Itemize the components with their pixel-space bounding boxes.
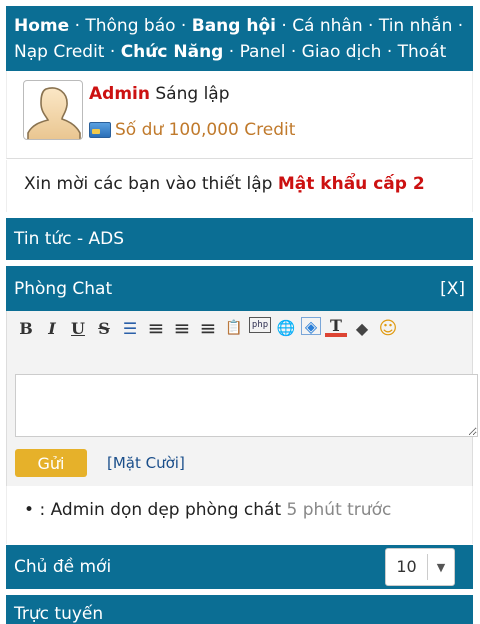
- send-button[interactable]: Gửi: [15, 449, 87, 477]
- php-icon[interactable]: php: [249, 317, 271, 333]
- nav-panel[interactable]: Panel: [240, 42, 286, 62]
- nav-separator: ·: [281, 16, 287, 36]
- nav-transactions[interactable]: Giao dịch: [302, 42, 382, 62]
- text-color-icon[interactable]: T: [325, 316, 347, 337]
- news-header[interactable]: Tin tức - ADS: [6, 218, 473, 260]
- nav-separator: ·: [290, 42, 297, 62]
- nav-home[interactable]: Home: [14, 16, 69, 36]
- news-title: Tin tức - ADS: [14, 229, 125, 249]
- smiley-icon[interactable]: ☺: [377, 317, 399, 339]
- nav-guild[interactable]: Bang hội: [192, 16, 276, 36]
- chat-message-input[interactable]: [15, 374, 478, 437]
- nav-logout[interactable]: Thoát: [398, 42, 447, 62]
- nav-separator: ·: [109, 42, 116, 62]
- nav-separator: ·: [74, 16, 80, 36]
- bold-icon[interactable]: B: [15, 317, 37, 339]
- editor-toolbar: B I U S ☰ ≡ ≡ ≡ 📋 php 🌐 ◈ T ◆ ☺: [15, 316, 465, 341]
- credit-balance-text: Số dư 100,000 Credit: [115, 120, 296, 140]
- online-header[interactable]: Trực tuyến: [6, 595, 473, 624]
- chevron-down-icon: ▼: [436, 560, 446, 574]
- message-text: : Admin dọn dẹp phòng chát: [39, 500, 282, 520]
- italic-icon[interactable]: I: [41, 317, 63, 339]
- invite-text: Xin mời các bạn vào thiết lập: [24, 174, 273, 194]
- credit-balance: Số dư 100,000 Credit: [89, 120, 295, 140]
- align-left-icon[interactable]: ≡: [145, 316, 167, 340]
- new-topics-title: Chủ đề mới: [14, 557, 112, 577]
- user-name-line: Admin Sáng lập: [89, 84, 230, 104]
- topics-count-value: 10: [386, 554, 428, 580]
- nav-top-up-credit[interactable]: Nạp Credit: [14, 42, 104, 62]
- message-time: 5 phút trước: [286, 500, 392, 520]
- nav-features[interactable]: Chức Năng: [121, 42, 224, 62]
- chat-box: B I U S ☰ ≡ ≡ ≡ 📋 php 🌐 ◈ T ◆ ☺ Gửi [Mặt…: [6, 311, 478, 486]
- nav-separator: ·: [368, 16, 374, 36]
- nav-separator: ·: [180, 16, 187, 36]
- topics-count-select[interactable]: 10 ▼: [385, 548, 455, 586]
- new-topics-header: Chủ đề mới 10 ▼: [6, 545, 473, 589]
- nav-separator: ·: [457, 16, 464, 36]
- code-icon[interactable]: 📋: [223, 317, 245, 339]
- password-invite: Xin mời các bạn vào thiết lập Mật khẩu c…: [6, 160, 473, 212]
- chat-header: Phòng Chat [X]: [6, 266, 473, 311]
- user-silhouette-icon: [27, 87, 81, 139]
- underline-icon[interactable]: U: [67, 317, 89, 339]
- smiley-link[interactable]: [Mặt Cười]: [107, 454, 185, 472]
- top-navigation: Home · Thông báo · Bang hội · Cá nhân · …: [6, 6, 473, 71]
- message-bullet: •: [24, 500, 35, 520]
- strikethrough-icon[interactable]: S: [93, 317, 115, 339]
- nav-messages[interactable]: Tin nhắn: [379, 16, 453, 36]
- align-center-icon[interactable]: ≡: [171, 316, 193, 340]
- link-icon[interactable]: 🌐: [275, 317, 297, 339]
- user-role: Sáng lập: [155, 84, 230, 104]
- chat-message: • : Admin dọn dẹp phòng chát 5 phút trướ…: [6, 486, 473, 544]
- background-color-icon[interactable]: ◆: [351, 317, 373, 339]
- nav-profile[interactable]: Cá nhân: [292, 16, 362, 36]
- online-title: Trực tuyến: [14, 604, 104, 624]
- list-icon[interactable]: ☰: [119, 317, 141, 339]
- level2-password-link[interactable]: Mật khẩu cấp 2: [278, 174, 425, 194]
- chat-close-button[interactable]: [X]: [440, 279, 465, 299]
- nav-notifications[interactable]: Thông báo: [85, 16, 175, 36]
- avatar[interactable]: [23, 80, 83, 140]
- nav-separator: ·: [386, 42, 393, 62]
- html-icon[interactable]: ◈: [301, 317, 321, 336]
- chat-title: Phòng Chat: [14, 278, 113, 299]
- user-info-panel: Admin Sáng lập Số dư 100,000 Credit: [6, 71, 473, 159]
- credit-card-icon: [89, 122, 111, 138]
- nav-separator: ·: [228, 42, 235, 62]
- username-link[interactable]: Admin: [89, 84, 150, 104]
- align-right-icon[interactable]: ≡: [197, 316, 219, 340]
